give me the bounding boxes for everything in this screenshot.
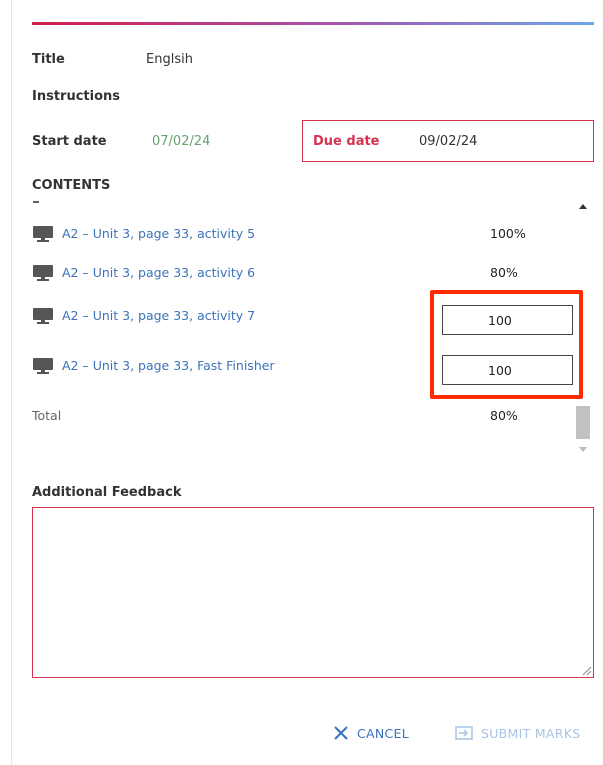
monitor-icon	[33, 358, 53, 374]
panel-left-border	[11, 0, 12, 765]
monitor-icon	[33, 265, 53, 281]
submit-marks-button-label: SUBMIT MARKS	[481, 725, 581, 741]
title-value: Englsih	[146, 52, 193, 67]
cancel-button[interactable]: CANCEL	[333, 720, 409, 746]
input-highlight-box	[430, 290, 583, 399]
contents-scrollbar[interactable]	[574, 198, 592, 454]
scroll-down-arrow-icon[interactable]	[579, 447, 587, 452]
additional-feedback-textarea[interactable]	[32, 507, 594, 678]
total-value: 80%	[490, 408, 518, 423]
content-link-activity-6[interactable]: A2 – Unit 3, page 33, activity 6	[62, 265, 255, 280]
due-date-label: Due date	[313, 134, 380, 149]
submit-icon	[455, 726, 473, 740]
submit-marks-button[interactable]: SUBMIT MARKS	[455, 720, 581, 746]
scrollbar-thumb[interactable]	[576, 406, 590, 439]
content-score: 80%	[490, 265, 518, 280]
content-link-activity-5[interactable]: A2 – Unit 3, page 33, activity 5	[62, 226, 255, 241]
instructions-label: Instructions	[32, 89, 121, 104]
header-gradient-bar	[32, 22, 594, 25]
close-icon	[334, 726, 348, 740]
contents-heading: CONTENTS	[32, 178, 111, 193]
content-score: 100%	[490, 226, 526, 241]
monitor-icon	[33, 308, 53, 324]
due-date-value: 09/02/24	[419, 134, 478, 149]
title-label: Title	[32, 52, 65, 67]
additional-feedback-label: Additional Feedback	[32, 485, 182, 500]
start-date-value: 07/02/24	[152, 134, 211, 149]
scroll-up-arrow-icon[interactable]	[579, 204, 587, 209]
start-date-label: Start date	[32, 134, 107, 149]
resize-grip-icon[interactable]	[580, 664, 592, 676]
total-label: Total	[32, 408, 62, 423]
content-link-fast-finisher[interactable]: A2 – Unit 3, page 33, Fast Finisher	[62, 358, 275, 373]
content-link-activity-7[interactable]: A2 – Unit 3, page 33, activity 7	[62, 308, 255, 323]
collapse-dash-icon[interactable]	[33, 201, 39, 203]
monitor-icon	[33, 226, 53, 242]
cancel-button-label: CANCEL	[357, 725, 410, 741]
